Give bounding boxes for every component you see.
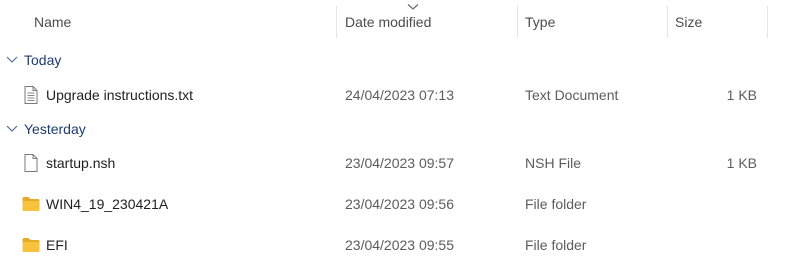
chevron-down-icon[interactable] xyxy=(6,55,18,65)
folder-icon xyxy=(22,197,40,211)
folder-name: EFI xyxy=(46,237,68,253)
file-name: Upgrade instructions.txt xyxy=(46,87,194,103)
file-date-modified: 23/04/2023 09:56 xyxy=(345,196,454,212)
column-header-bar: Name Date modified Type Size xyxy=(0,0,787,42)
list-item[interactable]: Upgrade instructions.txt 24/04/2023 07:1… xyxy=(0,80,787,110)
column-header-type[interactable]: Type xyxy=(517,0,667,42)
list-item[interactable]: WIN4_19_230421A 23/04/2023 09:56 File fo… xyxy=(0,189,787,219)
column-divider[interactable] xyxy=(767,6,768,38)
group-label: Yesterday xyxy=(24,121,86,137)
group-header-today[interactable]: Today xyxy=(0,48,787,72)
chevron-down-icon[interactable] xyxy=(6,124,18,134)
column-header-date-label: Date modified xyxy=(345,14,432,30)
group-label: Today xyxy=(24,52,62,68)
column-header-type-label: Type xyxy=(525,14,556,30)
column-header-date-modified[interactable]: Date modified xyxy=(337,0,517,42)
column-header-name[interactable]: Name xyxy=(26,0,336,42)
folder-name: WIN4_19_230421A xyxy=(46,196,169,212)
file-date-modified: 23/04/2023 09:57 xyxy=(345,155,454,171)
column-header-size-label: Size xyxy=(675,14,703,30)
file-type: File folder xyxy=(525,196,587,212)
file-list-view: Name Date modified Type Size Today Upgra… xyxy=(0,0,787,273)
file-type: Text Document xyxy=(525,87,619,103)
file-type: NSH File xyxy=(525,155,582,171)
file-date-modified: 23/04/2023 09:55 xyxy=(345,237,454,253)
chevron-down-icon xyxy=(407,4,419,10)
folder-icon xyxy=(22,238,40,252)
file-size: 1 KB xyxy=(726,155,757,171)
list-item[interactable]: startup.nsh 23/04/2023 09:57 NSH File 1 … xyxy=(0,148,787,178)
file-icon xyxy=(24,154,38,172)
list-item[interactable]: EFI 23/04/2023 09:55 File folder xyxy=(0,230,787,260)
column-header-size[interactable]: Size xyxy=(667,0,767,42)
file-date-modified: 24/04/2023 07:13 xyxy=(345,87,454,103)
text-file-icon xyxy=(24,86,38,104)
column-header-name-label: Name xyxy=(34,14,72,30)
group-header-yesterday[interactable]: Yesterday xyxy=(0,117,787,141)
file-name: startup.nsh xyxy=(46,155,116,171)
file-type: File folder xyxy=(525,237,587,253)
file-size: 1 KB xyxy=(726,87,757,103)
